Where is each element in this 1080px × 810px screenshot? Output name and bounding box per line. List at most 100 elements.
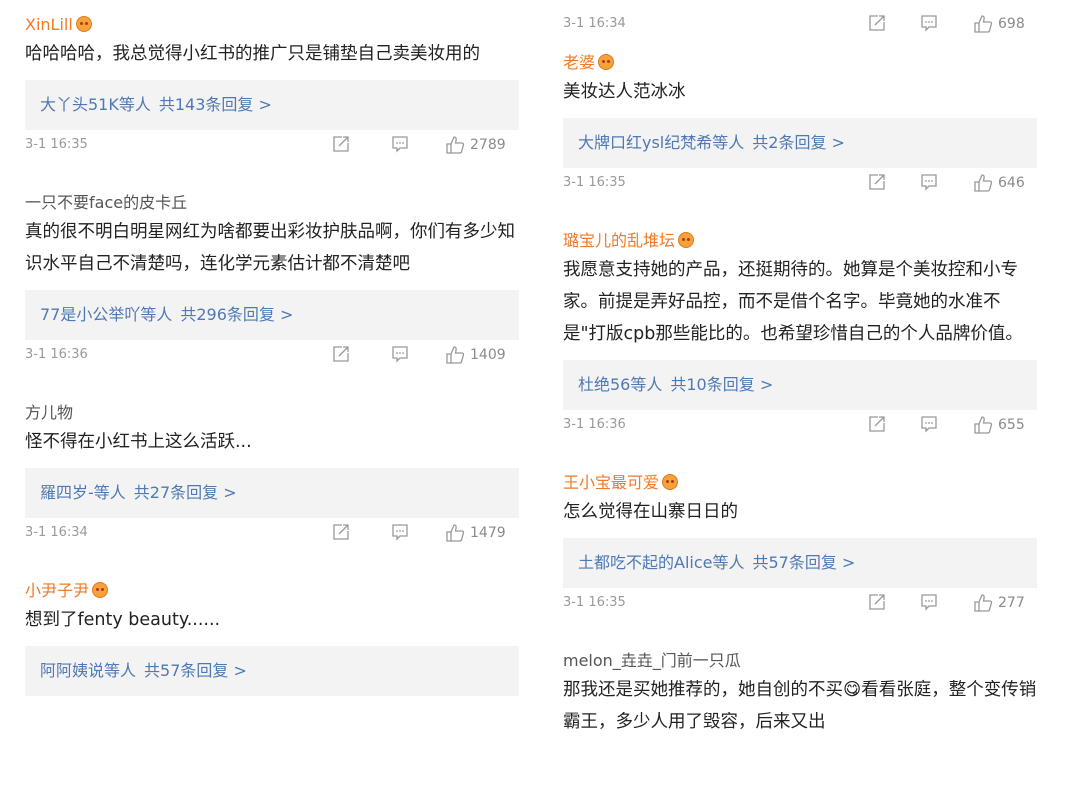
like-count: 655 <box>998 417 1025 433</box>
share-icon[interactable] <box>868 173 886 193</box>
reply-preview-box[interactable]: 大牌口红ysl纪梵希等人 共2条回复 > <box>563 118 1037 168</box>
reply-names: 大牌口红ysl纪梵希等人 <box>578 133 745 152</box>
comment-card: 方儿物 怪不得在小红书上这么活跃... 羅四岁-等人 共27条回复 > 3-1 1… <box>25 402 519 580</box>
thumbs-up-icon <box>974 416 993 434</box>
comment-meta: 3-1 16:35 646 <box>563 168 1037 230</box>
comment-icon[interactable] <box>920 415 938 435</box>
reply-preview-box[interactable]: 阿阿姨说等人 共57条回复 > <box>25 646 519 696</box>
timestamp: 3-1 16:35 <box>563 595 626 610</box>
timestamp: 3-1 16:34 <box>25 525 88 540</box>
comment-username[interactable]: 王小宝最可爱 <box>563 472 1037 494</box>
reply-preview-box[interactable]: 羅四岁-等人 共27条回复 > <box>25 468 519 518</box>
comment-card: 老婆 美妆达人范冰冰 大牌口红ysl纪梵希等人 共2条回复 > 3-1 16:35… <box>563 52 1037 230</box>
comment-username[interactable]: 璐宝儿的乱堆坛 <box>563 230 1037 252</box>
comment-meta: 3-1 16:34 1479 <box>25 518 519 580</box>
timestamp: 3-1 16:36 <box>25 347 88 362</box>
comment-column-left: XinLill 哈哈哈哈，我总觉得小红书的推广只是铺垫自己卖美妆用的 大丫头51… <box>25 0 519 810</box>
member-badge-icon <box>598 54 615 70</box>
reply-count-link[interactable]: 共10条回复 > <box>670 375 773 394</box>
share-icon[interactable] <box>868 415 886 435</box>
reply-names: 大丫头51K等人 <box>40 95 151 114</box>
comment-text: 想到了fenty beauty...... <box>25 610 221 630</box>
reply-names: 阿阿姨说等人 <box>40 661 137 680</box>
thumbs-up-icon <box>446 346 465 364</box>
share-icon[interactable] <box>332 135 350 155</box>
comment-column-right: 3-1 16:34 698 老婆 美妆达人范冰冰 大牌口红ysl纪梵希等人 共2条… <box>563 0 1037 810</box>
comment-card: 璐宝儿的乱堆坛 我愿意支持她的产品，还挺期待的。她算是个美妆控和小专家。前提是弄… <box>563 230 1037 472</box>
timestamp: 3-1 16:35 <box>25 137 88 152</box>
comment-card: melon_垚垚_门前一只瓜 那我还是买她推荐的，她自创的不买😋看看张庭，整个变… <box>563 650 1037 738</box>
comment-card: 王小宝最可爱 怎么觉得在山寨日日的 土都吃不起的Alice等人 共57条回复 > … <box>563 472 1037 650</box>
reply-names: 羅四岁-等人 <box>40 483 126 502</box>
thumbs-up-icon <box>974 174 993 192</box>
comment-meta: 3-1 16:34 698 <box>563 0 1037 52</box>
member-badge-icon <box>92 582 109 598</box>
comment-text: 我愿意支持她的产品，还挺期待的。她算是个美妆控和小专家。前提是弄好品控，而不是借… <box>563 260 1023 344</box>
thumbs-up-icon <box>446 136 465 154</box>
like-count: 277 <box>998 595 1025 611</box>
comment-username[interactable]: XinLill <box>25 14 519 36</box>
like-button[interactable]: 655 <box>973 415 1025 435</box>
comment-meta: 3-1 16:36 1409 <box>25 340 519 402</box>
comment-username[interactable]: 方儿物 <box>25 402 519 424</box>
like-count: 2789 <box>470 137 506 153</box>
reply-preview-box[interactable]: 土都吃不起的Alice等人 共57条回复 > <box>563 538 1037 588</box>
comment-card: 一只不要face的皮卡丘 真的很不明白明星网红为啥都要出彩妆护肤品啊，你们有多少… <box>25 192 519 402</box>
share-icon[interactable] <box>868 14 886 34</box>
comment-text: 哈哈哈哈，我总觉得小红书的推广只是铺垫自己卖美妆用的 <box>25 44 480 64</box>
comment-meta: 3-1 16:35 277 <box>563 588 1037 650</box>
reply-count-link[interactable]: 共27条回复 > <box>134 483 237 502</box>
like-count: 1479 <box>470 525 506 541</box>
comment-username[interactable]: 小尹子尹 <box>25 580 519 602</box>
comment-card: 小尹子尹 想到了fenty beauty...... 阿阿姨说等人 共57条回复 … <box>25 580 519 696</box>
comment-icon[interactable] <box>920 593 938 613</box>
reply-count-link[interactable]: 共57条回复 > <box>144 661 247 680</box>
comment-card: XinLill 哈哈哈哈，我总觉得小红书的推广只是铺垫自己卖美妆用的 大丫头51… <box>25 14 519 192</box>
like-count: 646 <box>998 175 1025 191</box>
comment-icon[interactable] <box>391 135 409 155</box>
comment-username[interactable]: melon_垚垚_门前一只瓜 <box>563 650 1037 672</box>
timestamp: 3-1 16:35 <box>563 175 626 190</box>
like-button[interactable]: 1409 <box>445 345 506 365</box>
share-icon[interactable] <box>332 523 350 543</box>
like-count: 698 <box>998 16 1025 32</box>
reply-preview-box[interactable]: 77是小公举吖等人 共296条回复 > <box>25 290 519 340</box>
comment-username[interactable]: 老婆 <box>563 52 1037 74</box>
thumbs-up-icon <box>974 15 993 33</box>
grinning-face-emoji-icon: 😋 <box>843 680 862 700</box>
timestamp: 3-1 16:34 <box>563 16 626 31</box>
comment-meta: 3-1 16:35 2789 <box>25 130 519 192</box>
thumbs-up-icon <box>446 524 465 542</box>
member-badge-icon <box>75 16 92 32</box>
thumbs-up-icon <box>974 594 993 612</box>
reply-count-link[interactable]: 共143条回复 > <box>159 95 272 114</box>
comment-icon[interactable] <box>920 14 938 34</box>
like-button[interactable]: 2789 <box>445 135 506 155</box>
like-button[interactable]: 277 <box>973 593 1025 613</box>
comment-text: 美妆达人范冰冰 <box>563 82 686 102</box>
like-button[interactable]: 1479 <box>445 523 506 543</box>
reply-names: 77是小公举吖等人 <box>40 305 173 324</box>
comment-text: 怪不得在小红书上这么活跃... <box>25 432 252 452</box>
comment-text: 那我还是买她推荐的，她自创的不买😋看看张庭，整个变传销霸王，多少人用了毁容，后来… <box>563 680 1037 732</box>
comment-icon[interactable] <box>391 523 409 543</box>
like-button[interactable]: 698 <box>973 14 1025 34</box>
reply-count-link[interactable]: 共57条回复 > <box>752 553 855 572</box>
comment-meta: 3-1 16:36 655 <box>563 410 1037 472</box>
reply-count-link[interactable]: 共296条回复 > <box>180 305 293 324</box>
reply-count-link[interactable]: 共2条回复 > <box>752 133 845 152</box>
like-button[interactable]: 646 <box>973 173 1025 193</box>
like-count: 1409 <box>470 347 506 363</box>
comment-icon[interactable] <box>920 173 938 193</box>
member-badge-icon <box>678 232 695 248</box>
reply-preview-box[interactable]: 杜绝56等人 共10条回复 > <box>563 360 1037 410</box>
comment-icon[interactable] <box>391 345 409 365</box>
share-icon[interactable] <box>868 593 886 613</box>
member-badge-icon <box>662 474 679 490</box>
reply-preview-box[interactable]: 大丫头51K等人 共143条回复 > <box>25 80 519 130</box>
comment-text: 真的很不明白明星网红为啥都要出彩妆护肤品啊，你们有多少知识水平自己不清楚吗，连化… <box>25 222 515 274</box>
share-icon[interactable] <box>332 345 350 365</box>
comment-username[interactable]: 一只不要face的皮卡丘 <box>25 192 519 214</box>
reply-names: 土都吃不起的Alice等人 <box>578 553 745 572</box>
comment-text: 怎么觉得在山寨日日的 <box>563 502 738 522</box>
